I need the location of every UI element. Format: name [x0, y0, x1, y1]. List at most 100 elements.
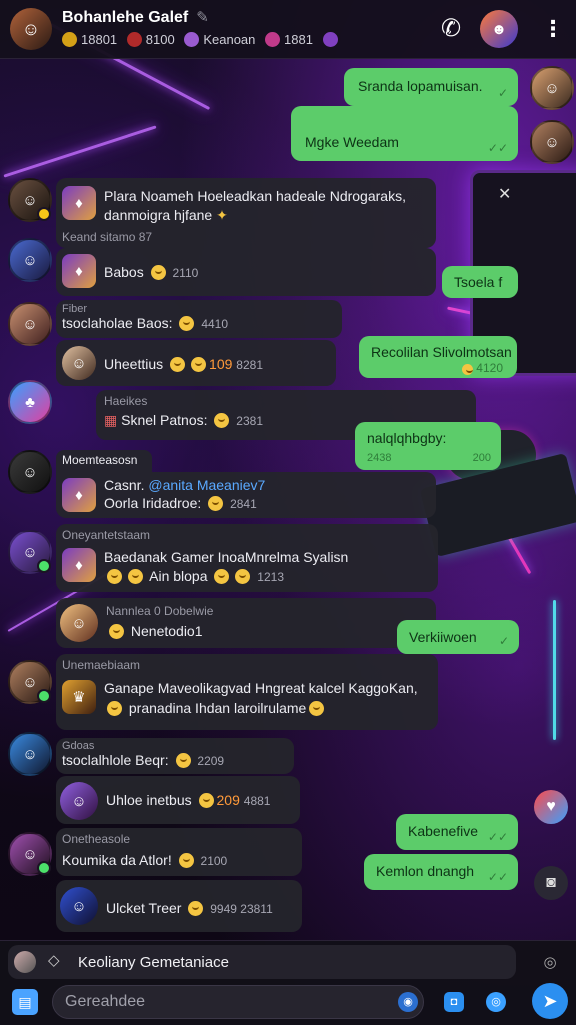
incoming-message[interactable]: Gdoas tsoclalhlole Beqr: 2209 [56, 738, 294, 774]
neon-light [3, 125, 157, 178]
sparkle-icon: ✦ [216, 207, 228, 223]
pencil-icon[interactable]: ✎ [196, 9, 209, 26]
message-input[interactable] [52, 985, 424, 1019]
camera-icon[interactable]: ◎ [486, 992, 506, 1012]
sender-avatar[interactable]: ☺ [8, 530, 52, 574]
mention-link[interactable]: @anita Maeaniev7 [148, 477, 265, 493]
member-chip [62, 32, 77, 47]
gift-icon: ▦ [104, 412, 118, 428]
reply-close-icon[interactable]: ◎ [536, 949, 564, 977]
media-thumbnail[interactable]: ☺ [62, 346, 96, 380]
online-indicator [37, 861, 51, 875]
smile-emoji-icon [170, 357, 186, 372]
smile-emoji-icon [175, 753, 191, 768]
sender-avatar[interactable]: ☺ [530, 120, 574, 164]
read-receipt-icon: ✓✓ [487, 830, 508, 844]
member-chip [265, 32, 281, 47]
smile-emoji-icon [309, 701, 325, 716]
more-vertical-icon[interactable]: ⋮ [542, 12, 564, 46]
smile-emoji-icon [191, 357, 207, 372]
incoming-message[interactable]: ♦ Casnr. @anita Maeaniev7 Oorla Iridadro… [56, 472, 436, 518]
outgoing-message[interactable]: nalqlqhbgby: 2438 200 [355, 422, 501, 470]
incoming-message[interactable]: ☺ Uhloe inetbus 209 4881 [56, 776, 300, 824]
media-thumbnail[interactable]: ♛ [62, 680, 96, 714]
incoming-message[interactable]: ☺ Nannlea 0 Dobelwie Nenetodio1 [56, 598, 436, 648]
media-thumbnail[interactable]: ♦ [62, 478, 96, 512]
attachment-icon[interactable]: ▤ [12, 989, 38, 1015]
smile-emoji-icon [107, 569, 122, 584]
emoji-icon[interactable]: ◉ [398, 992, 418, 1012]
outgoing-message[interactable]: Kabenefive ✓✓ [396, 814, 518, 850]
media-thumbnail[interactable]: ☺ [60, 782, 98, 820]
outgoing-message[interactable]: Verkiiwoen ✓ [397, 620, 519, 654]
smile-emoji-icon [109, 624, 124, 639]
chat-subtitle: 18801 8100 Keanoan 1881 [62, 32, 348, 47]
reply-preview[interactable]: ◇ Keoliany Gemetaniace [8, 945, 516, 979]
sender-avatar[interactable]: ☺ [8, 832, 52, 876]
incoming-message[interactable]: Fiber tsoclaholae Baos: 4410 [56, 300, 342, 338]
smile-emoji-icon [107, 701, 122, 716]
outgoing-message[interactable]: Sranda lopamuisan. ✓ [344, 68, 518, 106]
member-chip [126, 32, 142, 47]
smile-emoji-icon [462, 364, 474, 375]
incoming-message[interactable]: ♦ Babos 2110 [56, 248, 436, 296]
smile-emoji-icon [235, 569, 251, 584]
read-receipt-icon: ✓ [497, 86, 508, 100]
sender-name-tag: Moemteasosn [56, 450, 152, 472]
sender-avatar[interactable]: ☺ [8, 732, 52, 776]
incoming-message[interactable]: ☺ Ulcket Treer 9949 23811 [56, 880, 302, 932]
incoming-message[interactable]: Oneyantetstaam ♦ Baedanak Gamer InoaMnre… [56, 524, 438, 592]
member-chip [322, 32, 338, 47]
reply-arrow-icon: ◇ [48, 952, 60, 969]
smile-emoji-icon [128, 569, 143, 584]
chat-header: ☺ Bohanlehe Galef ✎ 18801 8100 Keanoan 18… [0, 0, 576, 59]
smile-emoji-icon [179, 316, 195, 331]
smile-emoji-icon [198, 793, 214, 808]
media-thumbnail[interactable]: ♦ [62, 254, 96, 288]
incoming-message[interactable]: ♦ Plara Noameh Hoeleadkan hadeale Ndroga… [56, 178, 436, 248]
read-receipt-icon: ✓✓ [487, 870, 508, 884]
sender-avatar[interactable]: ☺ [8, 302, 52, 346]
composer-area: ◇ Keoliany Gemetaniace ◎ ▤ ◉ ◘ ◎ ➤ [0, 940, 576, 1025]
incoming-message[interactable]: Onetheasole Koumika da Atlor! 2100 [56, 828, 302, 876]
read-receipt-icon: ✓✓ [487, 141, 508, 155]
chat-title: Bohanlehe Galef [62, 9, 189, 26]
smile-emoji-icon [214, 413, 230, 428]
online-indicator [37, 689, 51, 703]
camera-icon[interactable]: ◙ [534, 866, 568, 900]
chat-avatar[interactable]: ☺ [10, 8, 52, 50]
online-indicator [37, 207, 51, 221]
neon-light [553, 600, 556, 740]
send-button[interactable]: ➤ [532, 983, 568, 1019]
sender-avatar[interactable]: ☺ [8, 178, 52, 222]
sender-avatar[interactable]: ☺ [530, 66, 574, 110]
reply-avatar [14, 951, 36, 973]
outgoing-message[interactable]: Kemlon dnangh ✓✓ [364, 854, 518, 890]
media-thumbnail[interactable]: ♦ [62, 548, 96, 582]
online-indicator [37, 559, 51, 573]
sender-avatar[interactable]: ♣ [8, 380, 52, 424]
sender-avatar[interactable]: ☺ [8, 238, 52, 282]
smile-emoji-icon [150, 265, 166, 280]
smile-emoji-icon [188, 901, 204, 916]
media-thumbnail[interactable]: ♦ [62, 186, 96, 220]
sender-avatar[interactable]: ☺ [8, 660, 52, 704]
smile-emoji-icon [178, 853, 194, 868]
incoming-message[interactable]: ☺ Uheettius 109 8281 [56, 340, 336, 386]
smile-emoji-icon [208, 496, 224, 511]
media-thumbnail[interactable]: ☺ [60, 887, 98, 925]
media-thumbnail[interactable]: ☺ [60, 604, 98, 642]
heart-reaction-icon[interactable]: ♥ [534, 790, 568, 824]
outgoing-message[interactable]: Recolilan Slivolmotsan 4120 [359, 336, 517, 378]
sender-avatar[interactable]: ☺ [8, 450, 52, 494]
phone-icon[interactable]: ✆ [436, 14, 466, 44]
chat-title-row[interactable]: Bohanlehe Galef ✎ [62, 8, 209, 27]
outgoing-message[interactable]: Tsoela f [442, 266, 518, 298]
profile-avatar[interactable]: ☻ [480, 10, 518, 48]
smile-emoji-icon [214, 569, 230, 584]
incoming-message[interactable]: Unemaebiaam ♛ Ganape Maveolikagvad Hngre… [56, 654, 438, 730]
read-receipt-icon: ✓ [498, 634, 509, 648]
close-icon[interactable]: ✕ [498, 184, 511, 204]
outgoing-message[interactable]: Mgke Weedam ✓✓ [291, 106, 518, 161]
sticker-icon[interactable]: ◘ [444, 992, 464, 1012]
